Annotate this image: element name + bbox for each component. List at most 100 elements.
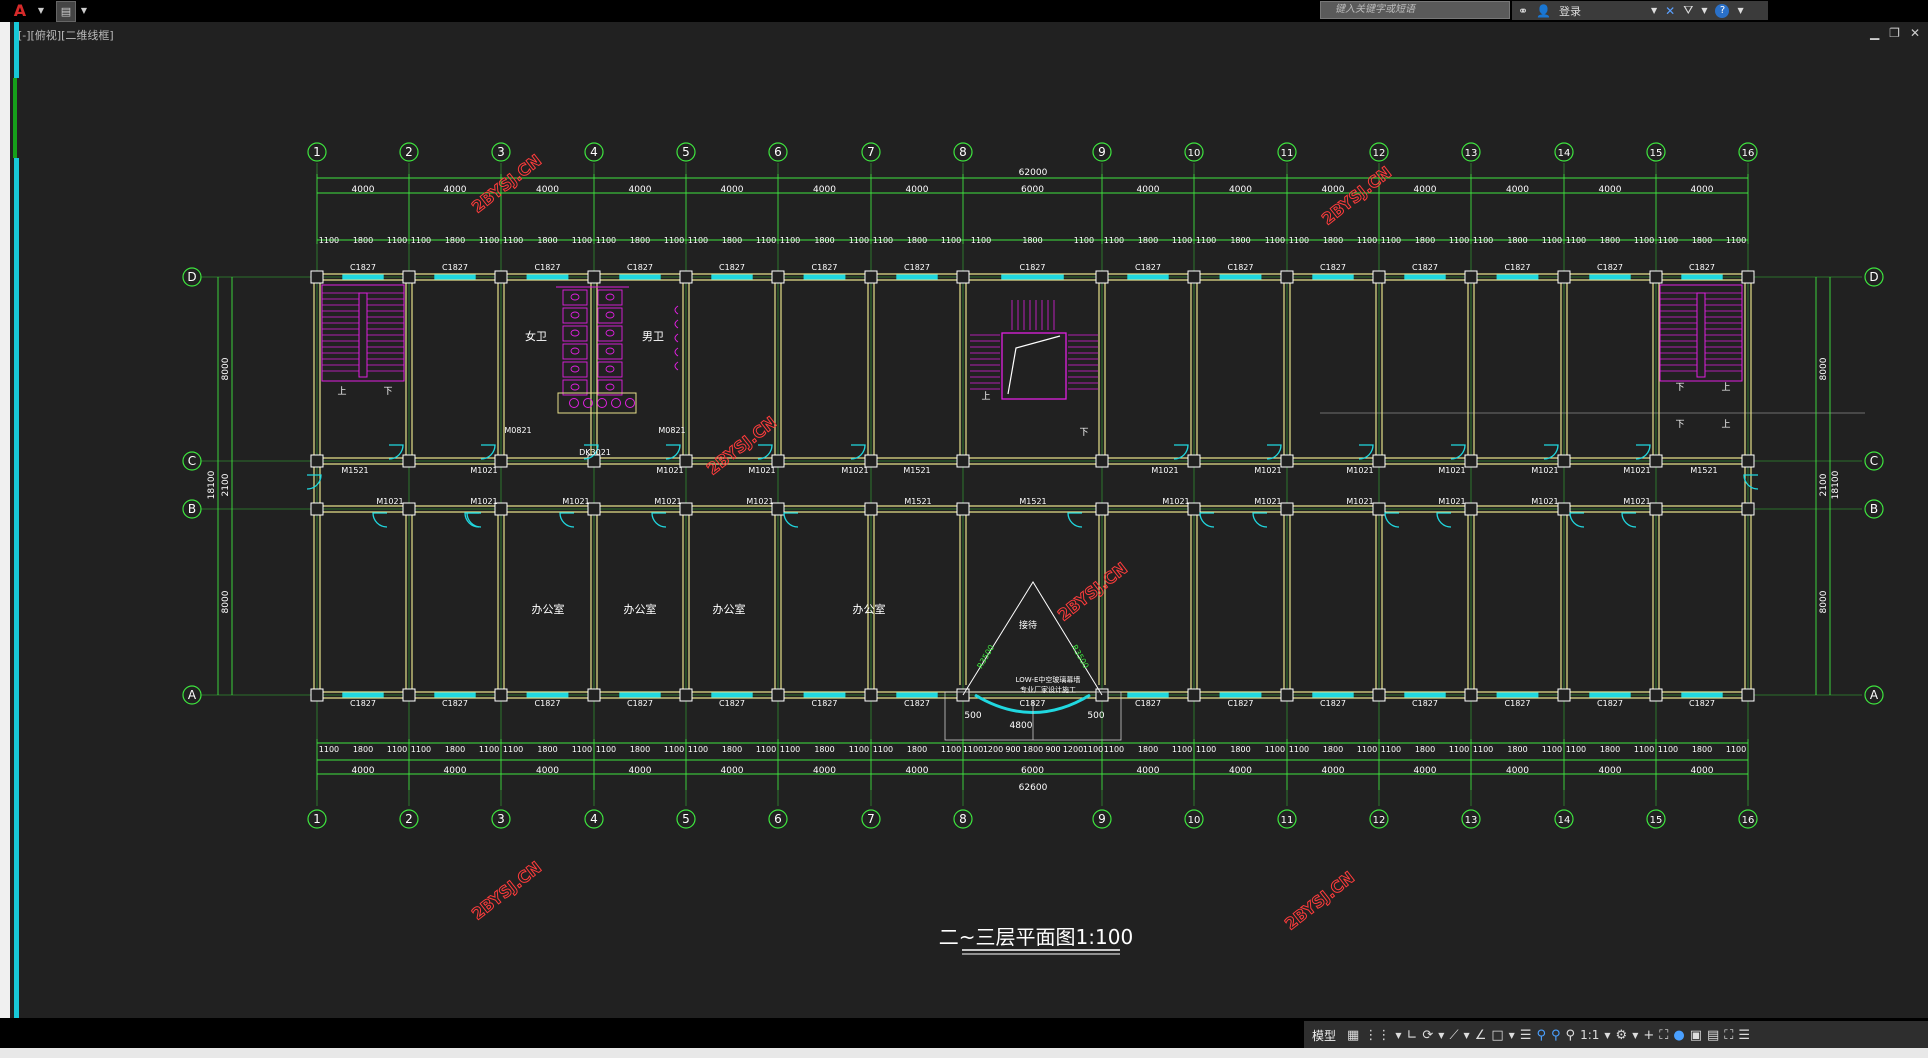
row-label: C bbox=[188, 454, 196, 468]
door-label: M1021 bbox=[470, 466, 497, 475]
axis-label: 12 bbox=[1373, 148, 1386, 159]
gear-icon[interactable]: ⚙ bbox=[1616, 1028, 1628, 1043]
seg-dim: 1800 bbox=[537, 745, 557, 754]
stair-label: 上 bbox=[1721, 419, 1730, 430]
seg-dim: 1100 bbox=[596, 236, 616, 245]
entrance-seg-dim: 1100 bbox=[963, 745, 983, 754]
seg-dim: 1100 bbox=[572, 236, 592, 245]
clean-screen-icon[interactable]: ▤ bbox=[1707, 1028, 1719, 1043]
seg-dim: 1800 bbox=[1138, 236, 1158, 245]
bay-dim: 4000 bbox=[1137, 185, 1160, 195]
seg-dim: 1100 bbox=[873, 236, 893, 245]
room-label-office: 办公室 bbox=[624, 602, 657, 616]
door-label: M1021 bbox=[1346, 497, 1373, 506]
seg-dim: 1100 bbox=[1726, 745, 1746, 754]
lineweight-icon[interactable]: ☰ bbox=[1520, 1028, 1532, 1043]
bay-dim: 4000 bbox=[1229, 185, 1252, 195]
arc-label: R3500 bbox=[975, 643, 996, 670]
axis-label: 13 bbox=[1465, 148, 1478, 159]
snap-icon[interactable]: ⋮⋮ bbox=[1364, 1028, 1390, 1043]
seg-dim: 1800 bbox=[1692, 745, 1712, 754]
isolate-icon[interactable]: ● bbox=[1673, 1028, 1684, 1043]
seg-dim: 1100 bbox=[1449, 236, 1469, 245]
room-label-reception: 接待 bbox=[1019, 619, 1037, 631]
object-track-icon[interactable]: ∠ bbox=[1475, 1028, 1487, 1043]
isodraft-icon[interactable]: ⟋ bbox=[1449, 1028, 1458, 1043]
seg-dim: 1100 bbox=[664, 236, 684, 245]
seg-dim: 1100 bbox=[1289, 236, 1309, 245]
cad-application: A ▼ ▤ ▼ ▶ 键入关键字或短语 ⚭ 👤 登录 ▼ ✕ ⛛ ▼ ? ▼ [-… bbox=[0, 0, 1928, 1058]
osnap-icon[interactable]: □ bbox=[1491, 1028, 1503, 1043]
customize-menu-icon[interactable]: ☰ bbox=[1738, 1028, 1750, 1043]
bay-dim: 4000 bbox=[1599, 766, 1622, 776]
seg-dim: 1100 bbox=[1172, 236, 1192, 245]
room-label-male-wc: 男卫 bbox=[642, 330, 664, 343]
door-label: M1521 bbox=[341, 466, 368, 475]
window-label: C1827 bbox=[1320, 699, 1346, 708]
window-label: C1827 bbox=[719, 699, 745, 708]
units-icon[interactable]: ⛶ bbox=[1659, 1028, 1668, 1043]
axis-label: 11 bbox=[1281, 815, 1294, 826]
bay-dim: 4000 bbox=[444, 766, 467, 776]
fullscreen-icon[interactable]: ⛶ bbox=[1724, 1028, 1733, 1043]
bay-dim: 4000 bbox=[813, 766, 836, 776]
window-label: C1827 bbox=[1135, 699, 1161, 708]
seg-dim: 1100 bbox=[1289, 745, 1309, 754]
bay-dim: 4000 bbox=[1599, 185, 1622, 195]
drawing-title: 二~三层平面图1:100 bbox=[939, 925, 1133, 949]
seg-dim: 1100 bbox=[1172, 745, 1192, 754]
door-label: M1021 bbox=[1151, 466, 1178, 475]
seg-dim: 1800 bbox=[1415, 745, 1435, 754]
axis-label: 8 bbox=[959, 812, 967, 826]
seg-dim: 1800 bbox=[630, 236, 650, 245]
room-label-office: 办公室 bbox=[713, 602, 746, 616]
scale-dropdown-icon[interactable]: ▼ bbox=[1604, 1031, 1610, 1040]
room-label-office: 办公室 bbox=[532, 602, 565, 616]
door-label: M1521 bbox=[903, 466, 930, 475]
seg-dim: 1100 bbox=[1381, 745, 1401, 754]
polar-icon[interactable]: ⟳ bbox=[1422, 1028, 1433, 1043]
grid-icon[interactable]: ▦ bbox=[1347, 1028, 1359, 1043]
entrance-seg-dim: 1800 bbox=[1023, 745, 1043, 754]
window-label: C1827 bbox=[1412, 699, 1438, 708]
model-space-button[interactable]: 模型 bbox=[1312, 1027, 1336, 1044]
seg-dim: 1100 bbox=[596, 745, 616, 754]
axis-label: 7 bbox=[867, 812, 875, 826]
window-label: C1827 bbox=[535, 263, 561, 272]
auto-scale-icon[interactable]: ⚲ bbox=[1551, 1028, 1561, 1043]
snap-dropdown-icon[interactable]: ▼ bbox=[1395, 1031, 1401, 1040]
door-label: M1021 bbox=[1438, 466, 1465, 475]
window-label: C1827 bbox=[350, 263, 376, 272]
seg-dim: 1100 bbox=[1566, 745, 1586, 754]
polar-dropdown-icon[interactable]: ▼ bbox=[1438, 1031, 1444, 1040]
bay-dim: 4000 bbox=[1506, 185, 1529, 195]
bay-dim: 4000 bbox=[721, 766, 744, 776]
seg-dim: 1800 bbox=[1022, 236, 1042, 245]
isodraft-dropdown-icon[interactable]: ▼ bbox=[1464, 1031, 1470, 1040]
hardware-accel-icon[interactable]: ▣ bbox=[1690, 1028, 1702, 1043]
window-label: C1827 bbox=[1689, 699, 1715, 708]
entrance-dim: 4800 bbox=[1010, 721, 1033, 731]
watermark: 2BYSJ.CN bbox=[468, 858, 545, 924]
bay-dim: 4000 bbox=[1691, 766, 1714, 776]
ortho-icon[interactable]: ∟ bbox=[1406, 1028, 1417, 1043]
axis-label: 14 bbox=[1558, 148, 1571, 159]
watermark: 2BYSJ.CN bbox=[1318, 163, 1395, 229]
annotation-scale[interactable]: 1:1 bbox=[1580, 1028, 1599, 1042]
door-label: M1021 bbox=[1531, 466, 1558, 475]
seg-dim: 1100 bbox=[1634, 745, 1654, 754]
plus-icon[interactable]: + bbox=[1643, 1028, 1654, 1043]
seg-dim: 1100 bbox=[688, 236, 708, 245]
workspace-dropdown-icon[interactable]: ▼ bbox=[1632, 1031, 1638, 1040]
drawing-canvas[interactable]: 1122334455667788991010111112121313141415… bbox=[0, 0, 1928, 1018]
axis-label: 7 bbox=[867, 145, 875, 159]
door-label: M1021 bbox=[376, 497, 403, 506]
seg-dim: 1100 bbox=[1542, 236, 1562, 245]
axis-label: 6 bbox=[774, 145, 782, 159]
annotation-visibility-icon[interactable]: ⚲ bbox=[1536, 1028, 1546, 1043]
door-label: M1021 bbox=[656, 466, 683, 475]
annotation-scale-icon[interactable]: ⚲ bbox=[1566, 1028, 1576, 1043]
seg-dim: 1100 bbox=[1449, 745, 1469, 754]
axis-label: 5 bbox=[682, 812, 690, 826]
osnap-dropdown-icon[interactable]: ▼ bbox=[1509, 1031, 1515, 1040]
